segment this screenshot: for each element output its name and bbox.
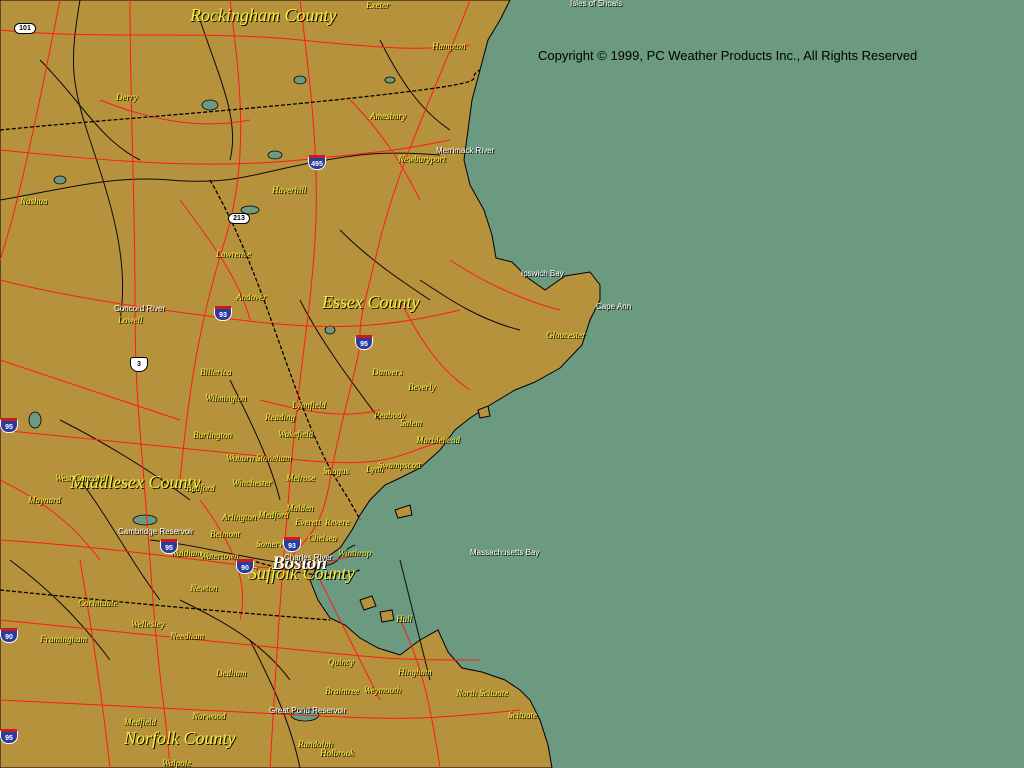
town-label: Exeter xyxy=(366,0,390,10)
interstate-93-shield: 93 xyxy=(283,537,301,552)
town-label: Scituate xyxy=(508,710,537,720)
county-label-norfolk: Norfolk County xyxy=(124,728,236,748)
town-label: Beverly xyxy=(408,382,436,392)
town-label: Hampton xyxy=(432,41,466,51)
town-label: Newton xyxy=(190,583,218,593)
interstate-90-shield: 90 xyxy=(236,559,254,574)
town-label: Medfield xyxy=(124,717,156,727)
town-label: Newburyport xyxy=(398,154,446,164)
town-label: Walpole xyxy=(162,758,192,768)
town-label: Maynard xyxy=(28,495,61,505)
town-label: Amesbury xyxy=(370,111,406,121)
town-label: Hingham xyxy=(398,667,432,677)
town-label: Norwood xyxy=(192,711,226,721)
town-label: Derry xyxy=(116,92,138,102)
water-label: Great Pond Reservoir xyxy=(269,706,347,715)
town-label: Braintree xyxy=(325,686,360,696)
town-label: Gloucester xyxy=(546,330,586,340)
interstate-95-shield: 95 xyxy=(355,335,373,350)
water-label: Concord River xyxy=(114,304,166,313)
town-label: Dedham xyxy=(216,668,247,678)
town-label: Wellesley xyxy=(131,619,165,629)
town-label: Framingham xyxy=(40,634,87,644)
us-3-shield: 3 xyxy=(130,357,148,372)
town-label: Everett xyxy=(295,517,321,527)
town-label: Andover xyxy=(236,292,267,302)
interstate-95-shield: 95 xyxy=(160,539,178,554)
town-label: Winchester xyxy=(232,478,272,488)
town-label: Billerica xyxy=(200,367,232,377)
interstate-90-shield: 90 xyxy=(0,628,18,643)
town-label: North Scituate xyxy=(456,688,509,698)
town-label: Melrose xyxy=(286,473,316,483)
town-label: Winthrop xyxy=(338,548,372,558)
water-label: Ipswich Bay xyxy=(521,269,564,278)
town-label: Wilmington xyxy=(205,393,247,403)
county-label-rockingham: Rockingham County xyxy=(190,5,337,25)
town-label: Marblehead xyxy=(416,435,460,445)
water-label: Cape Ann xyxy=(596,302,632,311)
town-label: Cochituate xyxy=(78,598,118,608)
water-label: Isles of Shoals xyxy=(570,0,623,8)
town-label: Saugus xyxy=(323,466,350,476)
town-label: Quincy xyxy=(328,657,354,667)
map-view[interactable]: Copyright © 1999, PC Weather Products In… xyxy=(0,0,1024,768)
town-label: Medford xyxy=(258,510,289,520)
town-label: Salem xyxy=(400,418,422,428)
town-label: Reading xyxy=(265,412,295,422)
island xyxy=(379,609,395,623)
town-label: Bedford xyxy=(186,483,215,493)
interstate-495-shield: 495 xyxy=(308,155,326,170)
town-label: Stoneham xyxy=(256,453,292,463)
town-label: Lowell xyxy=(118,315,143,325)
town-label: Weymouth xyxy=(364,685,402,695)
town-label: Danvers xyxy=(372,367,403,377)
town-label: Hull xyxy=(396,614,413,624)
town-label: Swampscott xyxy=(378,460,422,470)
town-label: Lynnfield xyxy=(292,400,326,410)
town-label: Woburn xyxy=(226,453,255,463)
town-label: Burlington xyxy=(193,430,233,440)
water-label: Cambridge Reservoir xyxy=(118,527,194,536)
town-label: Holbrook xyxy=(320,748,355,758)
town-label: Wakefield xyxy=(278,429,314,439)
town-label: West Concord xyxy=(55,473,106,483)
town-label: Watertown xyxy=(200,551,239,561)
town-label: Lawrence xyxy=(216,249,252,259)
town-label: Arlington xyxy=(222,512,257,522)
town-label: Chelsea xyxy=(308,533,337,543)
town-label: Revere xyxy=(325,517,350,527)
interstate-95-shield: 95 xyxy=(0,418,18,433)
map-canvas[interactable] xyxy=(0,0,1024,768)
state-101-shield: 101 xyxy=(14,23,36,34)
copyright-notice: Copyright © 1999, PC Weather Products In… xyxy=(538,48,918,63)
water-label: Massachusetts Bay xyxy=(470,548,540,557)
town-label: Belmont xyxy=(210,529,240,539)
water-label: Charles River xyxy=(284,553,333,562)
state-213-shield: 213 xyxy=(228,213,250,224)
town-label: Haverhill xyxy=(272,185,307,195)
county-label-essex: Essex County xyxy=(322,292,420,312)
town-label: Malden xyxy=(286,503,314,513)
water-label: Merrimack River xyxy=(436,146,495,155)
interstate-95-shield: 95 xyxy=(0,729,18,744)
town-label: Needham xyxy=(170,631,204,641)
town-label: Nashua xyxy=(20,196,48,206)
interstate-93-shield: 93 xyxy=(214,306,232,321)
